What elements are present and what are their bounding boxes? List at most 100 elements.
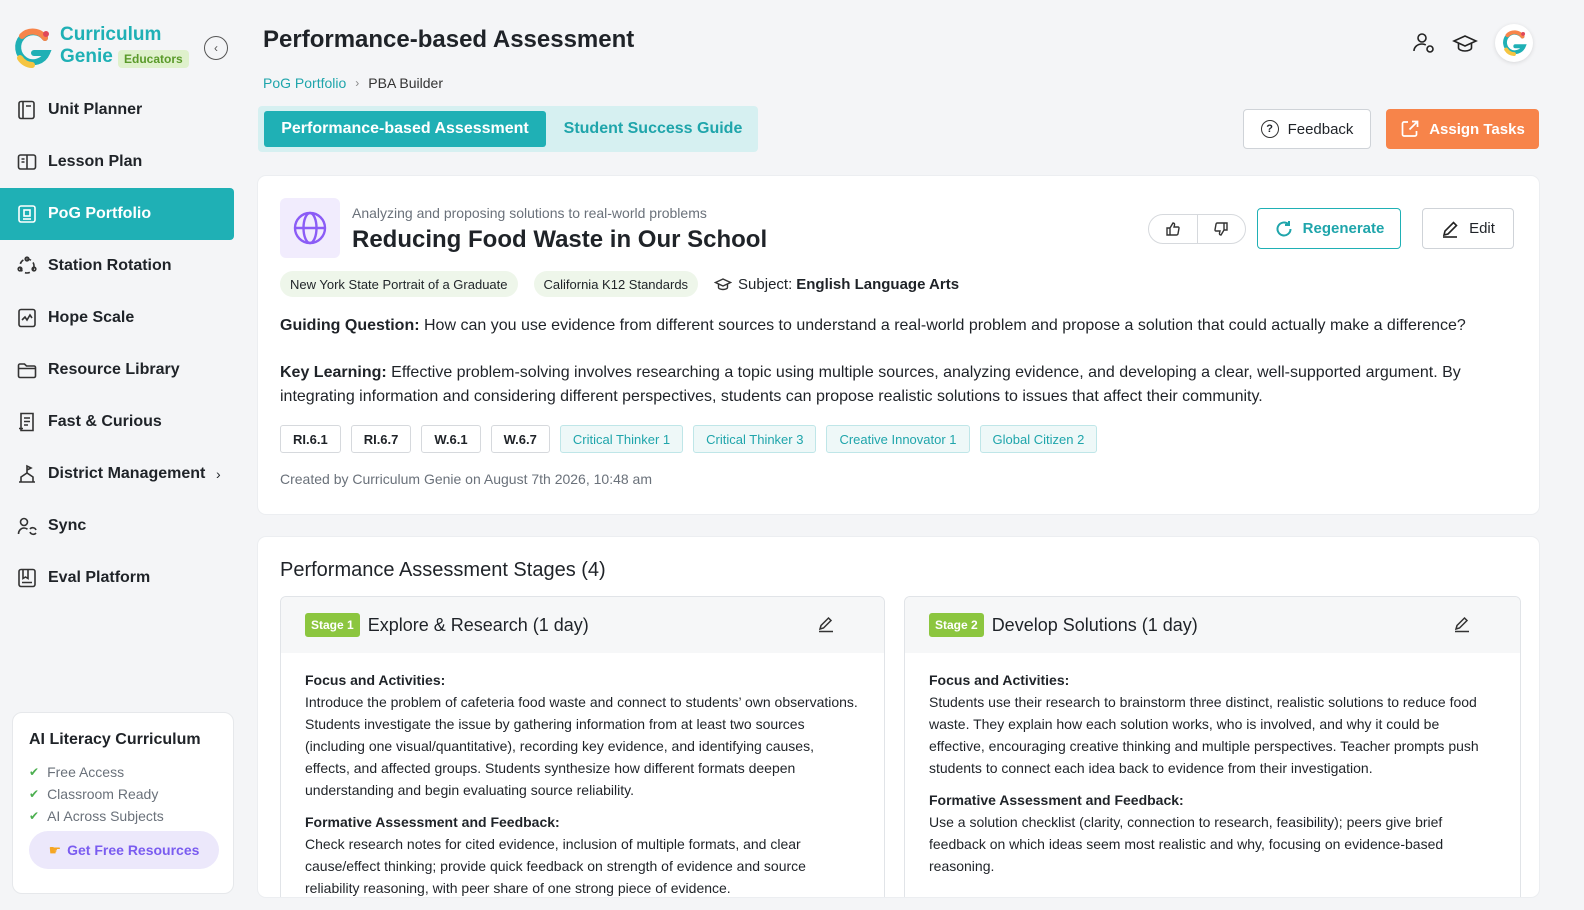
regenerate-button[interactable]: Regenerate (1257, 208, 1401, 249)
sidebar-item-lesson-plan[interactable]: Lesson Plan (0, 136, 234, 188)
rating-buttons (1148, 214, 1246, 244)
stages-title: Performance Assessment Stages (4) (280, 559, 606, 581)
formative-text: Check research notes for cited evidence,… (305, 836, 806, 896)
sidebar-item-label: Lesson Plan (48, 153, 143, 170)
sidebar-item-hope-scale[interactable]: Hope Scale (0, 292, 234, 344)
curriculum-genie-logo (1503, 30, 1527, 56)
promo-feature-label: Free Access (47, 764, 125, 780)
view-tabs: Performance-based Assessment Student Suc… (258, 106, 758, 152)
chevron-left-icon: ‹ (214, 41, 218, 55)
tag-row: RI.6.1 RI.6.7 W.6.1 W.6.7 Critical Think… (280, 425, 1107, 453)
focus-section: Focus and Activities: Students use their… (929, 669, 1496, 779)
brand-name: Curriculum (60, 24, 162, 45)
collapse-sidebar-button[interactable]: ‹ (204, 36, 228, 60)
stage-name: Explore & Research (1 day) (367, 614, 589, 635)
regenerate-label: Regenerate (1302, 220, 1385, 237)
sidebar-item-resource-library[interactable]: Resource Library (0, 344, 234, 396)
sidebar-item-label: Station Rotation (48, 257, 172, 274)
promo-feature-label: Classroom Ready (47, 786, 159, 802)
thumbs-down-button[interactable] (1198, 215, 1246, 243)
district-icon (19, 464, 35, 483)
pog-tag[interactable]: Creative Innovator 1 (826, 425, 970, 453)
chevron-right-icon: › (216, 466, 221, 482)
stage-body: Focus and Activities: Introduce the prob… (281, 653, 884, 897)
focus-section: Focus and Activities: Introduce the prob… (305, 669, 860, 801)
stage-body: Focus and Activities: Students use their… (905, 653, 1520, 877)
focus-label: Focus and Activities: (929, 672, 1070, 688)
stage-name: Develop Solutions (1 day) (991, 614, 1198, 635)
formative-text: Use a solution checklist (clarity, conne… (929, 814, 1444, 874)
assign-tasks-button[interactable]: Assign Tasks (1386, 109, 1539, 149)
ai-literacy-promo: AI Literacy Curriculum ✔ Free Access ✔ Cla… (12, 712, 234, 894)
formative-section: Formative Assessment and Feedback: Use a… (929, 789, 1496, 877)
standard-tag[interactable]: RI.6.1 (280, 425, 341, 453)
breadcrumb-link-pog-portfolio[interactable]: PoG Portfolio (263, 75, 346, 91)
get-free-resources-button[interactable]: ☛ Get Free Resources (29, 831, 219, 869)
sidebar-item-sync[interactable]: Sync (0, 500, 234, 552)
assign-tasks-label: Assign Tasks (1429, 120, 1525, 138)
pencil-icon[interactable] (1453, 615, 1471, 633)
chevron-right-icon: › (355, 76, 360, 90)
user-settings-icon[interactable] (1411, 30, 1437, 56)
graduation-cap-icon (714, 278, 733, 291)
brand[interactable]: Curriculum Genie Educators (12, 22, 232, 72)
feedback-button[interactable]: ? Feedback (1243, 109, 1371, 149)
chart-icon (18, 308, 36, 328)
rotation-icon (17, 256, 37, 274)
share-icon (1401, 120, 1419, 137)
standard-tag[interactable]: RI.6.7 (350, 425, 412, 453)
thumbs-down-icon (1214, 222, 1228, 236)
standard-tag[interactable]: W.6.7 (490, 425, 550, 453)
pog-tag[interactable]: Critical Thinker 3 (693, 425, 817, 453)
sidebar-item-district-management[interactable]: District Management › (0, 448, 234, 500)
sidebar-item-label: Unit Planner (48, 101, 143, 118)
sync-icon (17, 517, 37, 536)
avatar[interactable] (1495, 24, 1533, 62)
sidebar-item-pog-portfolio[interactable]: PoG Portfolio (0, 188, 234, 240)
educators-badge: Educators (118, 50, 189, 68)
standard-tag[interactable]: W.6.1 (421, 425, 481, 453)
portfolio-icon (18, 205, 36, 223)
graduation-cap-icon[interactable] (1452, 30, 1478, 56)
thumbs-up-button[interactable] (1149, 215, 1198, 243)
sidebar-item-unit-planner[interactable]: Unit Planner (0, 84, 234, 136)
focus-text: Introduce the problem of cafeteria food … (305, 694, 858, 798)
sidebar-item-fast-curious[interactable]: Fast & Curious (0, 396, 234, 448)
sidebar-item-eval-platform[interactable]: Eval Platform (0, 552, 234, 604)
assessment-subtitle: Analyzing and proposing solutions to rea… (352, 205, 707, 221)
pog-tag[interactable]: Critical Thinker 1 (559, 425, 684, 453)
assessment-stages-panel: Performance Assessment Stages (4) Stage … (258, 537, 1539, 897)
formative-label: Formative Assessment and Feedback: (305, 814, 560, 830)
breadcrumb: PoG Portfolio › PBA Builder (263, 75, 443, 91)
stage-header: Stage 2 Develop Solutions (1 day) (905, 597, 1520, 653)
stage-badge: Stage 1 (305, 613, 360, 637)
standard-pill: California K12 Standards (533, 271, 699, 297)
promo-button-label: Get Free Resources (67, 842, 200, 858)
page-title: Performance-based Assessment (263, 26, 635, 53)
promo-feature: ✔ Classroom Ready (29, 783, 164, 805)
curriculum-genie-logo (15, 28, 52, 68)
promo-feature-list: ✔ Free Access ✔ Classroom Ready ✔ AI Across… (29, 761, 164, 827)
sidebar-item-label: District Management (48, 465, 206, 482)
tab-student-success-guide[interactable]: Student Success Guide (554, 111, 752, 147)
guiding-question: Guiding Question: How can you use eviden… (280, 314, 1516, 338)
standard-pill: New York State Portrait of a Graduate (280, 271, 518, 297)
focus-text: Students use their research to brainstor… (929, 694, 1479, 776)
guiding-question-label: Guiding Question: (280, 317, 420, 334)
pencil-icon[interactable] (817, 615, 835, 633)
hand-pointing-icon: ☛ (48, 841, 62, 858)
edit-button[interactable]: Edit (1422, 208, 1514, 249)
brand-name-2: Genie (60, 46, 113, 67)
promo-feature: ✔ Free Access (29, 761, 164, 783)
promo-feature-label: AI Across Subjects (47, 808, 164, 824)
tab-performance-based-assessment[interactable]: Performance-based Assessment (264, 111, 546, 147)
pog-tag[interactable]: Global Citizen 2 (979, 425, 1098, 453)
open-book-icon (17, 154, 37, 170)
sidebar-item-station-rotation[interactable]: Station Rotation (0, 240, 234, 292)
subject-value: English Language Arts (796, 275, 960, 293)
sidebar-item-label: Eval Platform (48, 569, 151, 586)
folder-icon (17, 363, 37, 379)
book-icon (18, 100, 35, 120)
created-info: Created by Curriculum Genie on August 7t… (280, 471, 652, 487)
sidebar-item-label: Sync (48, 517, 87, 534)
